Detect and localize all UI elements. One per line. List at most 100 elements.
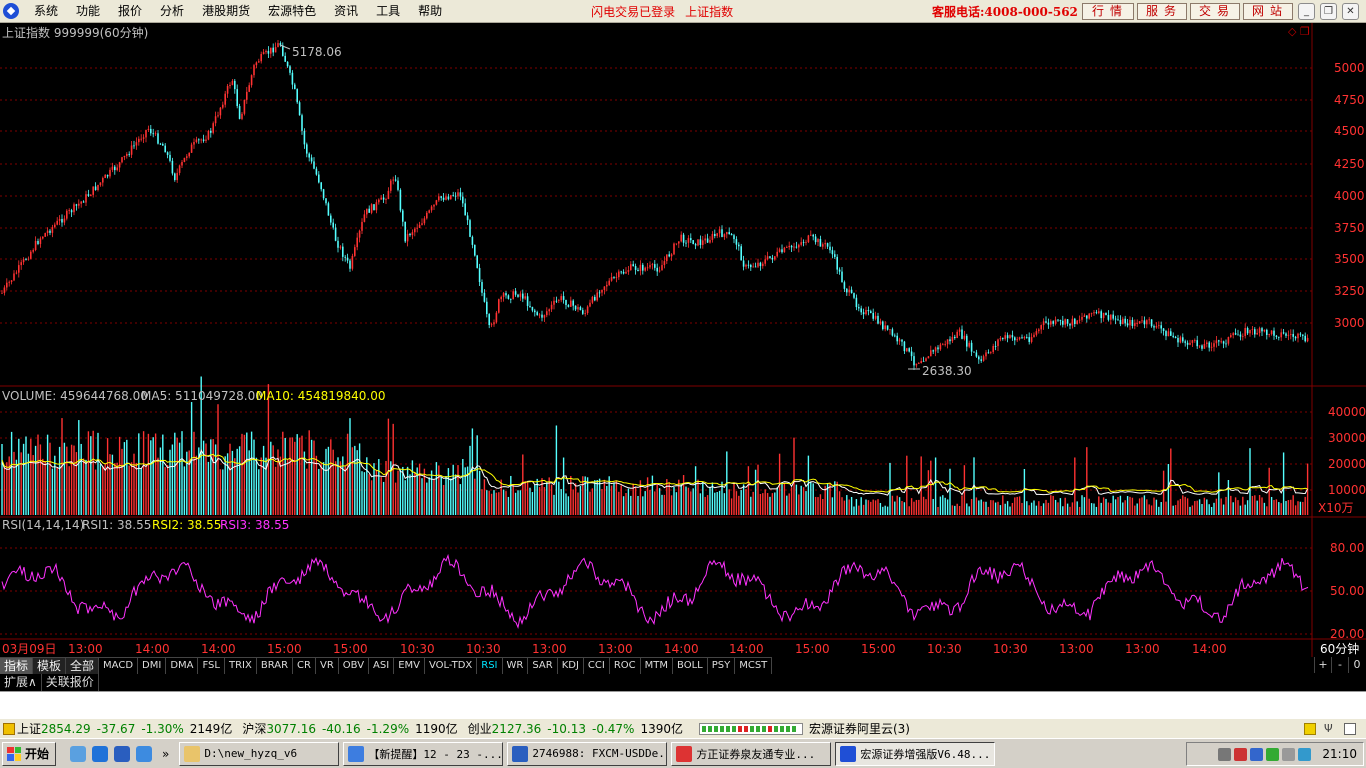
alert-icon[interactable] <box>1304 723 1316 735</box>
indicator-sar[interactable]: SAR <box>528 657 558 674</box>
network-tray-icon[interactable] <box>1250 747 1264 761</box>
security-tray-icon[interactable] <box>1266 747 1280 761</box>
task-folder[interactable]: D:\new_hyzq_v6 <box>179 741 340 766</box>
keyboard-icon[interactable] <box>1344 723 1356 735</box>
candle-body <box>1275 335 1278 337</box>
menu-analysis[interactable]: 分析 <box>151 0 193 22</box>
candle-body <box>82 201 85 203</box>
indicator-dmi[interactable]: DMI <box>138 657 167 674</box>
candle-body <box>356 237 358 248</box>
candle-body <box>1201 345 1203 349</box>
task-label: 方正证券泉友通专业... <box>696 747 816 761</box>
period-label[interactable]: 60分钟 <box>1320 642 1360 656</box>
volume-ma5-label: MA5: 511049728.00 <box>141 389 263 403</box>
indicator-rsi[interactable]: RSI <box>477 657 503 674</box>
chart-area[interactable]: 上证指数 999999(60分钟) ◇ ❐ 5178.06 2638.30 50… <box>0 23 1366 657</box>
start-button[interactable]: 开始 <box>2 741 57 766</box>
menu-function[interactable]: 功能 <box>67 0 109 22</box>
server-status[interactable]: 宏源证券阿里云(3) <box>809 720 910 737</box>
hongyuan-icon <box>840 745 857 762</box>
indicator-vol-tdx[interactable]: VOL-TDX <box>424 657 478 674</box>
zoom-in-button[interactable]: + <box>1314 657 1331 673</box>
candle-body <box>464 203 466 216</box>
price-tick: 5000 <box>1334 61 1365 75</box>
volume-tray-icon[interactable] <box>1282 747 1296 761</box>
candle-body <box>750 264 752 268</box>
task-fxcm[interactable]: 2746988: FXCM-USDDe... <box>507 741 668 766</box>
quote-button[interactable]: 行情 <box>1082 3 1134 20</box>
indicator-vr[interactable]: VR <box>315 657 339 674</box>
tab-all[interactable]: 全部 <box>66 657 100 674</box>
indicator-mtm[interactable]: MTM <box>640 657 674 674</box>
menu-system[interactable]: 系统 <box>25 0 67 22</box>
trade-button[interactable]: 交易 <box>1190 3 1240 20</box>
website-button[interactable]: 网站 <box>1243 3 1293 20</box>
tab-templates[interactable]: 模板 <box>33 657 67 674</box>
candle-body <box>102 178 104 183</box>
menu-tools[interactable]: 工具 <box>367 0 409 22</box>
indicator-fsl[interactable]: FSL <box>198 657 225 674</box>
index-sh[interactable]: 上证 2854.29 -37.67 -1.30% 2149亿 <box>0 720 232 737</box>
indicator-trix[interactable]: TRIX <box>224 657 257 674</box>
candle-body <box>1100 311 1102 319</box>
indicator-cr[interactable]: CR <box>293 657 316 674</box>
task-browser[interactable]: 【新提醒】12 - 23 -... <box>343 741 504 766</box>
related-quotes-button[interactable]: 关联报价 <box>42 674 99 691</box>
reset-button[interactable]: 0 <box>1348 657 1365 673</box>
fxcm-icon <box>512 745 529 762</box>
time-label: 14:00 <box>664 642 699 656</box>
app-logo-icon[interactable] <box>3 3 19 19</box>
candle-body <box>1304 335 1306 342</box>
indicator-asi[interactable]: ASI <box>369 657 395 674</box>
menu-quote[interactable]: 报价 <box>109 0 151 22</box>
indicator-emv[interactable]: EMV <box>394 657 425 674</box>
candle-body <box>1155 326 1158 328</box>
tab-indicators[interactable]: 指标 <box>0 657 34 674</box>
indicator-boll[interactable]: BOLL <box>673 657 708 674</box>
diamond-icon[interactable]: ◇ <box>1288 25 1296 39</box>
candle-body <box>15 272 18 274</box>
indicator-wr[interactable]: WR <box>502 657 529 674</box>
indicator-obv[interactable]: OBV <box>338 657 370 674</box>
candle-body <box>382 197 385 200</box>
indicator-psy[interactable]: PSY <box>707 657 736 674</box>
menu-news[interactable]: 资讯 <box>325 0 367 22</box>
minimize-icon[interactable]: _ <box>1298 3 1315 20</box>
indicator-brar[interactable]: BRAR <box>256 657 294 674</box>
menu-help[interactable]: 帮助 <box>409 0 451 22</box>
expand-button[interactable]: 扩展∧ <box>0 674 42 691</box>
update-tray-icon[interactable] <box>1298 747 1312 761</box>
candle-body <box>546 311 548 316</box>
browser-quicklaunch-icon[interactable] <box>70 745 87 762</box>
candle-body <box>114 166 116 171</box>
menu-hongyuan-features[interactable]: 宏源特色 <box>259 0 325 22</box>
indicator-macd[interactable]: MACD <box>99 657 139 674</box>
task-hongyuan[interactable]: 宏源证券增强版V6.48... <box>835 741 996 766</box>
candle-body <box>910 351 913 357</box>
candle-body <box>918 362 920 364</box>
index-cy[interactable]: 创业 2127.36 -10.13 -0.47% 1390亿 <box>468 720 683 737</box>
ie2-quicklaunch-icon[interactable] <box>136 745 153 762</box>
ie-quicklaunch-icon[interactable] <box>92 745 109 762</box>
desktop-quicklaunch-icon[interactable] <box>114 745 131 762</box>
indicator-kdj[interactable]: KDJ <box>557 657 584 674</box>
indicator-dma[interactable]: DMA <box>166 657 199 674</box>
candle-body <box>1249 329 1251 334</box>
indicator-cci[interactable]: CCI <box>583 657 610 674</box>
flag-tray-icon[interactable] <box>1234 747 1248 761</box>
candle-body <box>442 197 445 200</box>
index-hs[interactable]: 沪深 3077.16 -40.16 -1.29% 1190亿 <box>242 720 457 737</box>
chevron-right-icon[interactable]: » <box>162 747 169 761</box>
service-button[interactable]: 服务 <box>1137 3 1187 20</box>
menu-hk-futures[interactable]: 港股期货 <box>193 0 259 22</box>
restore-icon[interactable]: ❐ <box>1320 3 1337 20</box>
zoom-out-button[interactable]: - <box>1331 657 1348 673</box>
close-icon[interactable]: ✕ <box>1342 3 1359 20</box>
indicator-mcst[interactable]: MCST <box>735 657 773 674</box>
chart-canvas[interactable] <box>0 23 1366 657</box>
index-amount: 1390亿 <box>640 722 683 736</box>
keyboard-tray-icon[interactable] <box>1218 747 1232 761</box>
restore-panel-icon[interactable]: ❐ <box>1300 25 1310 39</box>
task-founder[interactable]: 方正证券泉友通专业... <box>671 741 832 766</box>
indicator-roc[interactable]: ROC <box>609 657 641 674</box>
